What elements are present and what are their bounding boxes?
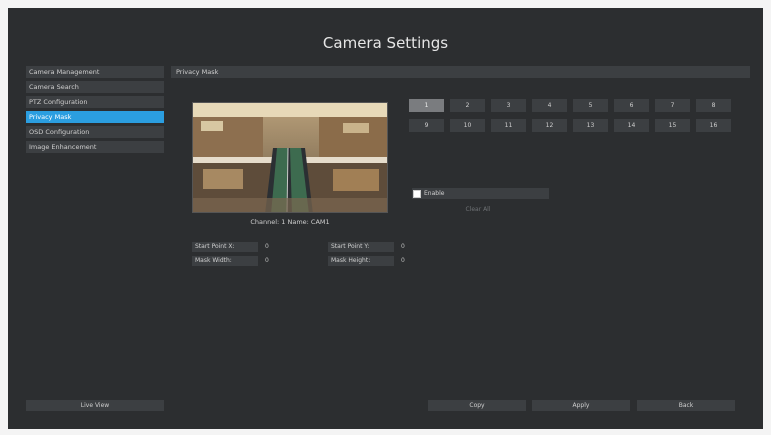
back-button[interactable]: Back [637, 400, 735, 411]
mask-area-button[interactable]: 6 [614, 99, 649, 112]
apply-button[interactable]: Apply [532, 400, 630, 411]
mask-area-button[interactable]: 9 [409, 119, 444, 132]
mask-area-button[interactable]: 10 [450, 119, 485, 132]
mask-area-button[interactable]: 12 [532, 119, 567, 132]
mall-camera-image [193, 103, 387, 212]
enable-checkbox[interactable] [413, 189, 421, 198]
mask-area-button[interactable]: 8 [696, 99, 731, 112]
sidebar: Camera Management Camera Search PTZ Conf… [26, 66, 164, 156]
mask-area-button[interactable]: 1 [409, 99, 444, 112]
clear-all-button[interactable]: Clear All [453, 206, 503, 213]
mask-area-button[interactable]: 5 [573, 99, 608, 112]
sidebar-item-image-enhancement[interactable]: Image Enhancement [26, 141, 164, 153]
enable-label: Enable [424, 190, 445, 197]
camera-preview[interactable] [192, 102, 388, 213]
section-header: Privacy Mask [171, 66, 750, 78]
mask-area-button[interactable]: 11 [491, 119, 526, 132]
sidebar-item-camera-search[interactable]: Camera Search [26, 81, 164, 93]
sidebar-item-ptz-configuration[interactable]: PTZ Configuration [26, 96, 164, 108]
mask-width-label: Mask Width: [192, 256, 258, 266]
sidebar-item-privacy-mask[interactable]: Privacy Mask [26, 111, 164, 123]
mask-area-button[interactable]: 14 [614, 119, 649, 132]
channel-label: Channel: 1 Name: CAM1 [250, 218, 330, 226]
mask-area-button[interactable]: 15 [655, 119, 690, 132]
sidebar-item-osd-configuration[interactable]: OSD Configuration [26, 126, 164, 138]
mask-area-button[interactable]: 7 [655, 99, 690, 112]
sidebar-item-camera-management[interactable]: Camera Management [26, 66, 164, 78]
camera-settings-screen: Camera Settings Camera Management Camera… [8, 8, 763, 429]
start-y-value[interactable]: 0 [401, 242, 413, 252]
live-view-button[interactable]: Live View [26, 400, 164, 411]
start-x-label: Start Point X: [192, 242, 258, 252]
start-x-value[interactable]: 0 [265, 242, 277, 252]
mask-height-label: Mask Height: [328, 256, 394, 266]
mask-width-value[interactable]: 0 [265, 256, 277, 266]
mask-area-button[interactable]: 2 [450, 99, 485, 112]
start-y-label: Start Point Y: [328, 242, 394, 252]
mask-area-button[interactable]: 13 [573, 119, 608, 132]
mask-area-button[interactable]: 3 [491, 99, 526, 112]
copy-button[interactable]: Copy [428, 400, 526, 411]
page-title: Camera Settings [322, 34, 449, 52]
enable-row[interactable]: Enable [412, 188, 549, 199]
mask-area-button[interactable]: 4 [532, 99, 567, 112]
mask-height-value[interactable]: 0 [401, 256, 413, 266]
mask-area-button[interactable]: 16 [696, 119, 731, 132]
